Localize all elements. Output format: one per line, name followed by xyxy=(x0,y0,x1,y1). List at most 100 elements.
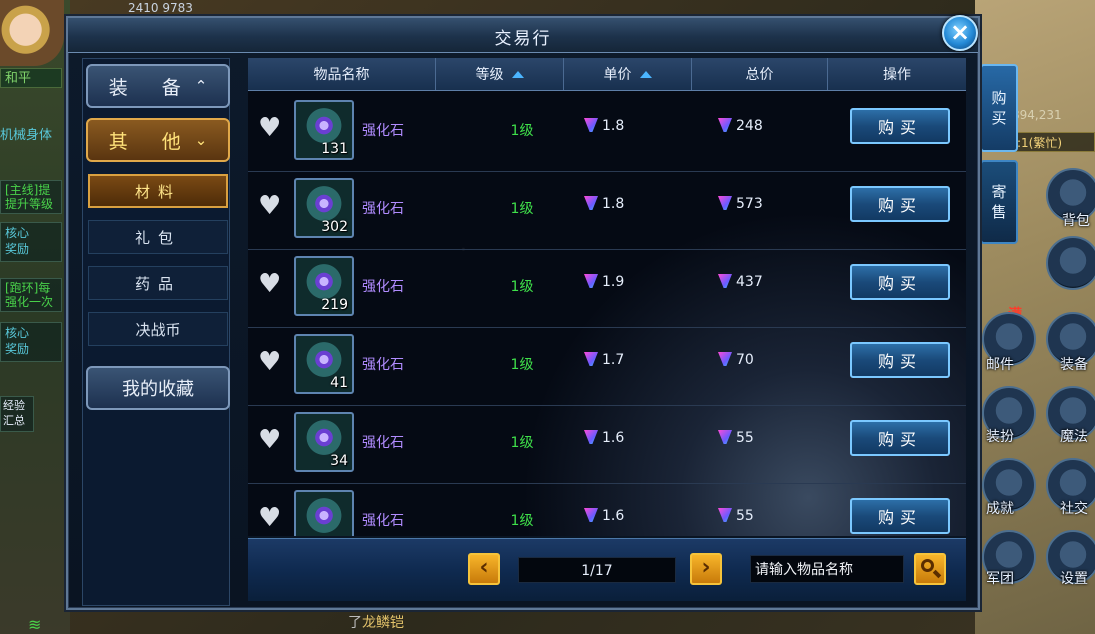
column-header-name: 物品名称 xyxy=(248,58,436,90)
item-stack-count: 131 xyxy=(321,141,348,157)
total-price: 70 xyxy=(718,352,754,368)
tab-buy[interactable]: 购买 xyxy=(980,64,1018,152)
buy-button[interactable]: 购买 xyxy=(850,264,950,300)
skill-slot-icon[interactable] xyxy=(1046,236,1095,290)
total-price: 573 xyxy=(718,196,763,212)
favorite-heart-icon[interactable]: ♥ xyxy=(258,271,284,297)
sort-ascending-icon xyxy=(639,70,652,78)
strengthen-stone-icon[interactable]: 41 xyxy=(294,334,354,394)
menu-magic-label: 魔法 xyxy=(1060,429,1088,445)
game-left-hud xyxy=(0,0,70,634)
column-header-unit-price[interactable]: 单价 xyxy=(564,58,692,90)
diamond-currency-icon xyxy=(584,430,598,444)
item-stack-count: 41 xyxy=(330,375,348,391)
item-stack-count: 219 xyxy=(321,297,348,313)
wifi-signal-icon: ≋ xyxy=(28,615,42,634)
buy-button[interactable]: 购买 xyxy=(850,420,950,456)
item-name: 强化石 xyxy=(362,357,404,373)
table-row: ♥ 302 强化石 1级 1.8 573 购买 xyxy=(248,172,966,250)
buy-button[interactable]: 购买 xyxy=(850,342,950,378)
diamond-currency-icon xyxy=(584,508,598,522)
prev-page-button[interactable]: ‹ xyxy=(468,553,500,585)
diamond-currency-icon xyxy=(718,430,732,444)
unit-price: 1.7 xyxy=(584,352,624,368)
item-name: 强化石 xyxy=(362,123,404,139)
item-level: 1级 xyxy=(510,201,534,217)
total-price: 55 xyxy=(718,508,754,524)
unit-price: 1.6 xyxy=(584,508,624,524)
favorite-heart-icon[interactable]: ♥ xyxy=(258,427,284,453)
subcategory-potions[interactable]: 药品 xyxy=(88,266,228,300)
strengthen-stone-icon[interactable] xyxy=(294,490,354,536)
subcategory-packs[interactable]: 礼包 xyxy=(88,220,228,254)
column-header-level[interactable]: 等级 xyxy=(436,58,564,90)
favorite-heart-icon[interactable]: ♥ xyxy=(258,505,284,531)
menu-social-label: 社交 xyxy=(1060,501,1088,517)
diamond-currency-icon xyxy=(718,118,732,132)
my-favorites-button[interactable]: 我的收藏 xyxy=(86,366,230,410)
table-row: ♥ 41 强化石 1级 1.7 70 购买 xyxy=(248,328,966,406)
strengthen-stone-icon[interactable]: 131 xyxy=(294,100,354,160)
favorite-heart-icon[interactable]: ♥ xyxy=(258,349,284,375)
item-stack-count: 302 xyxy=(321,219,348,235)
pagination-bar: ‹ 1/17 › 请输入物品名称 xyxy=(248,538,966,601)
total-price: 437 xyxy=(718,274,763,290)
item-stack-count: 34 xyxy=(330,453,348,469)
search-button[interactable] xyxy=(914,553,946,585)
core-reward-2[interactable]: 核心 奖励 xyxy=(0,322,62,362)
subcategory-materials[interactable]: 材料 xyxy=(88,174,228,208)
total-price: 248 xyxy=(718,118,763,134)
server-line-status[interactable]: :1(繁忙) xyxy=(1012,132,1095,152)
diamond-currency-icon xyxy=(584,274,598,288)
total-price: 55 xyxy=(718,430,754,446)
strengthen-stone-icon[interactable]: 34 xyxy=(294,412,354,472)
sort-ascending-icon xyxy=(511,70,524,78)
buy-button[interactable]: 购买 xyxy=(850,108,950,144)
close-button[interactable]: × xyxy=(942,15,978,51)
item-search-input[interactable]: 请输入物品名称 xyxy=(750,555,904,583)
page-indicator: 1/17 xyxy=(518,557,676,583)
unit-price: 1.8 xyxy=(584,196,624,212)
unit-price: 1.6 xyxy=(584,430,624,446)
quest-main[interactable]: [主线]提 提升等级 xyxy=(0,180,62,214)
favorite-heart-icon[interactable]: ♥ xyxy=(258,193,284,219)
left-hud-text: 机械身体 xyxy=(0,128,53,143)
subcategory-battle-coin[interactable]: 决战币 xyxy=(88,312,228,346)
next-page-button[interactable]: › xyxy=(690,553,722,585)
category-equipment[interactable]: 装 备 ⌃ xyxy=(86,64,230,108)
core-reward-1[interactable]: 核心 奖励 xyxy=(0,222,62,262)
quest-loop[interactable]: [跑环]每 强化一次 xyxy=(0,278,62,312)
menu-legion-label: 军团 xyxy=(986,571,1014,587)
favorite-heart-icon[interactable]: ♥ xyxy=(258,115,284,141)
table-row: ♥ 219 强化石 1级 1.9 437 购买 xyxy=(248,250,966,328)
buy-button[interactable]: 购买 xyxy=(850,186,950,222)
tab-sell[interactable]: 寄售 xyxy=(980,160,1018,244)
diamond-currency-icon xyxy=(584,118,598,132)
column-header-total-price[interactable]: 总价 xyxy=(692,58,828,90)
menu-mail-label: 邮件 xyxy=(986,357,1014,373)
table-row: ♥ 强化石 1级 1.6 55 购买 xyxy=(248,484,966,536)
menu-equip-label: 装备 xyxy=(1060,357,1088,373)
chat-ticker: 了龙鳞铠 xyxy=(348,615,404,631)
strengthen-stone-icon[interactable]: 219 xyxy=(294,256,354,316)
diamond-currency-icon xyxy=(584,352,598,366)
table-row: ♥ 131 强化石 1级 1.8 248 购买 xyxy=(248,94,966,172)
diamond-currency-icon xyxy=(718,196,732,210)
unit-price: 1.9 xyxy=(584,274,624,290)
table-header: 物品名称 等级 单价 总价 操作 xyxy=(248,58,966,91)
diamond-currency-icon xyxy=(718,352,732,366)
unit-price: 1.8 xyxy=(584,118,624,134)
exp-summary-button[interactable]: 经验 汇总 xyxy=(0,396,34,432)
item-level: 1级 xyxy=(510,435,534,451)
pk-mode-peace[interactable]: 和平 xyxy=(0,68,62,88)
strengthen-stone-icon[interactable]: 302 xyxy=(294,178,354,238)
buy-button[interactable]: 购买 xyxy=(850,498,950,534)
column-header-action: 操作 xyxy=(883,67,911,83)
item-name: 强化石 xyxy=(362,201,404,217)
auction-house-window: 交易行 装 备 ⌃ 其 他 ⌄ 材料 礼包 药品 决战币 我的收藏 物品名称 等级 … xyxy=(66,16,980,610)
category-other[interactable]: 其 他 ⌄ xyxy=(86,118,230,162)
player-avatar[interactable] xyxy=(0,0,64,66)
listing-table: 物品名称 等级 单价 总价 操作 ♥ 131 强化石 1级 1.8 248 购买… xyxy=(248,58,966,536)
menu-achievement-label: 成就 xyxy=(986,501,1014,517)
listing-rows: ♥ 131 强化石 1级 1.8 248 购买 ♥ 302 强化石 1级 1.8… xyxy=(248,94,966,536)
